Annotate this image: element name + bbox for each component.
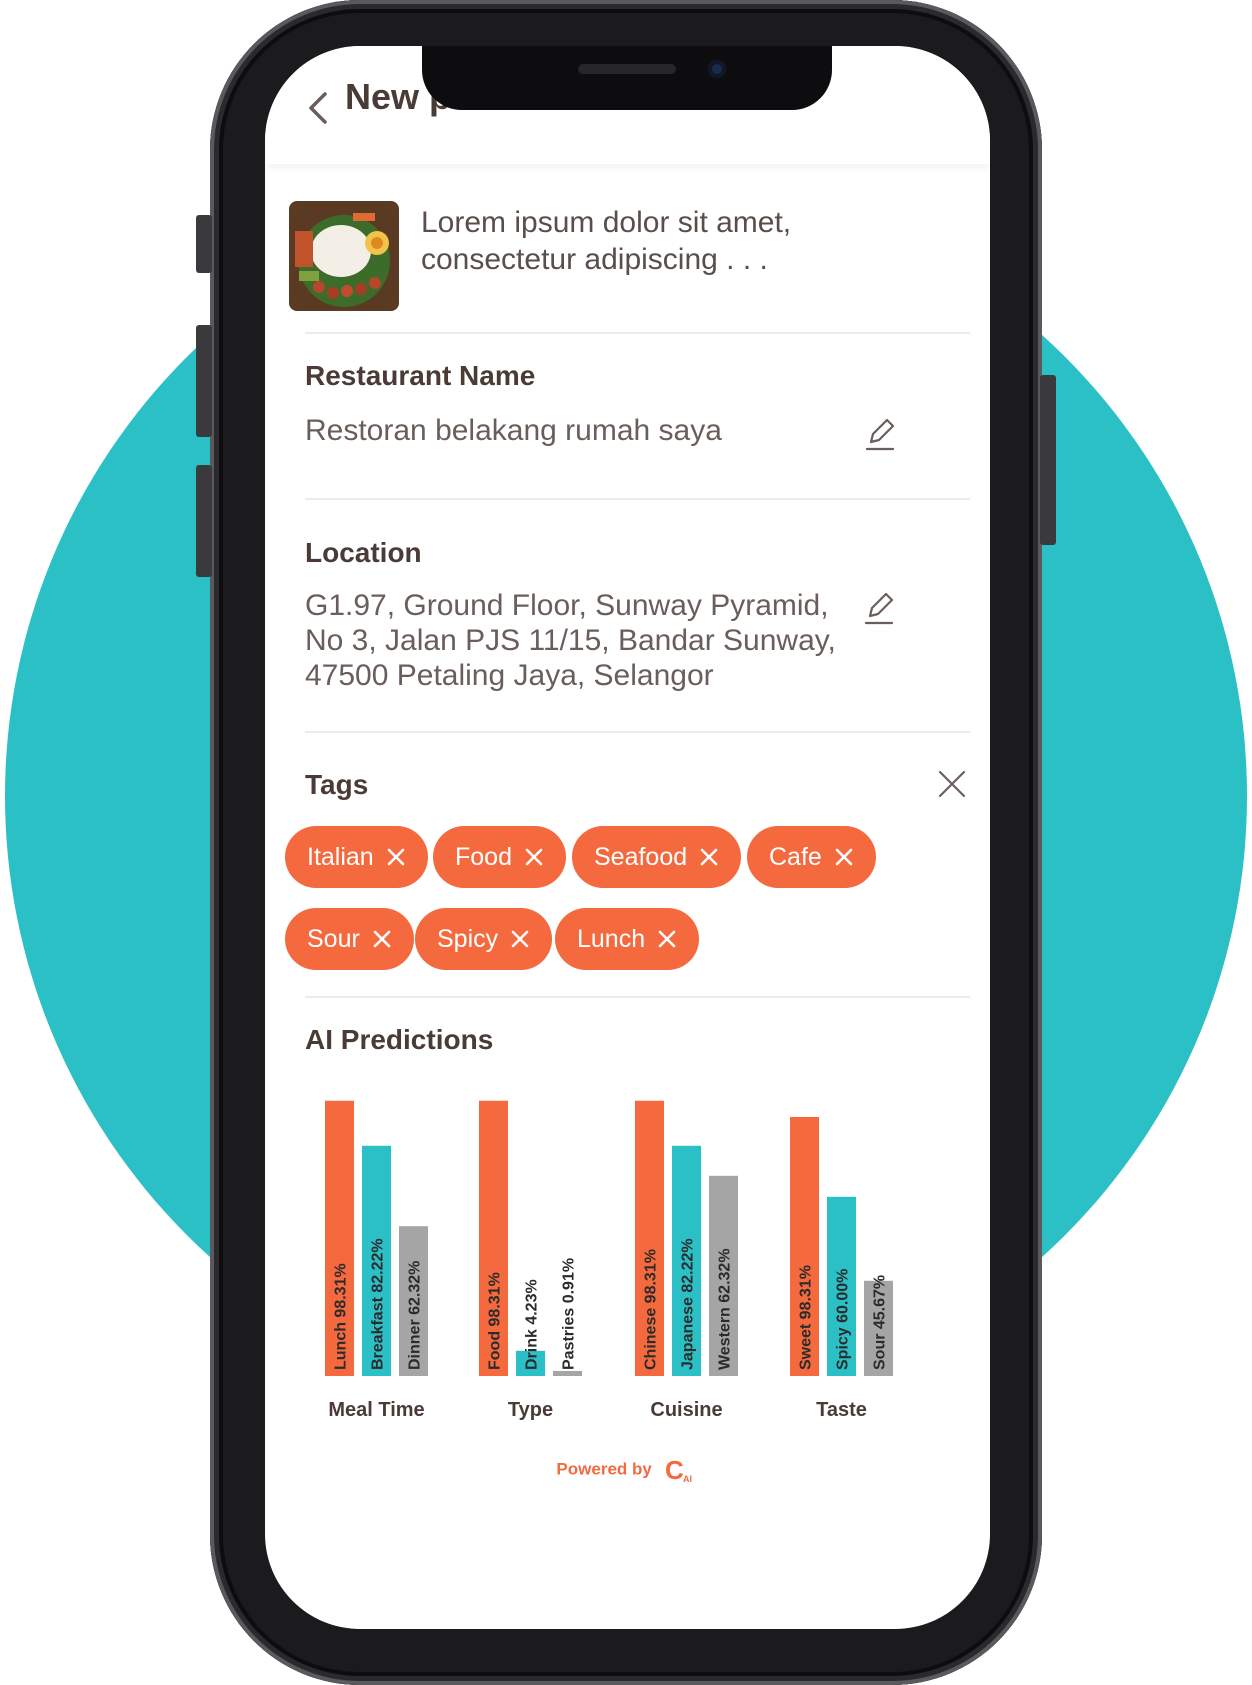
tag-label: Food: [455, 842, 512, 871]
logo-sub: AI: [683, 1474, 692, 1484]
tag-chip[interactable]: Cafe: [747, 826, 876, 888]
ai-predictions-label: AI Predictions: [305, 1024, 494, 1055]
tag-label: Sour: [307, 924, 360, 953]
post-caption: Lorem ipsum dolor sit amet, consectetur …: [421, 206, 792, 276]
food-photo-image: [289, 201, 399, 311]
logo-letter: C: [665, 1456, 684, 1484]
remove-tag-icon[interactable]: [834, 847, 854, 867]
phone-notch: [422, 46, 832, 110]
location-line-2: No 3, Jalan PJS 11/15, Bandar Sunway,: [305, 624, 836, 657]
speaker-grille: [578, 64, 676, 74]
powered-by-footer: Powered by C AI: [265, 1456, 990, 1484]
chart-bar: [553, 1370, 582, 1376]
divider: [305, 996, 970, 998]
location-label: Location: [305, 537, 422, 568]
tag-chip[interactable]: Seafood: [572, 826, 742, 888]
divider: [305, 731, 970, 733]
location-line-3: 47500 Petaling Jaya, Selangor: [305, 659, 714, 692]
chevron-left-icon[interactable]: [303, 88, 331, 128]
ai-predictions-chart: Lunch 98.31% Breakfast 82.22% Dinner 62.32…: [325, 1100, 893, 1421]
chart-bar-label: Food 98.31%: [487, 1272, 504, 1370]
edit-pencil-icon[interactable]: [862, 590, 896, 626]
tag-chip[interactable]: Italian: [285, 826, 428, 888]
tag-label: Seafood: [594, 842, 688, 871]
close-icon[interactable]: [937, 769, 967, 799]
side-button-volume-up: [196, 325, 212, 437]
remove-tag-icon[interactable]: [657, 929, 677, 949]
chart-bar-label: Spicy 60.00%: [835, 1269, 852, 1370]
remove-tag-icon[interactable]: [372, 929, 392, 949]
location-line-1: G1.97, Ground Floor, Sunway Pyramid,: [305, 589, 829, 622]
tag-label: Italian: [307, 842, 374, 871]
remove-tag-icon[interactable]: [510, 929, 530, 949]
chart-bar-label: Sour 45.67%: [872, 1275, 889, 1370]
food-photo-thumbnail[interactable]: [289, 201, 399, 311]
side-button-mute: [196, 215, 212, 273]
chart-group-label: Type: [508, 1399, 553, 1421]
chart-bar-label: Drink 4.23%: [524, 1279, 541, 1370]
chart-bar-label: Breakfast 82.22%: [370, 1238, 387, 1370]
chart-bar-label: Pastries 0.91%: [561, 1258, 578, 1370]
chart-group-label: Taste: [816, 1399, 867, 1421]
tags-label: Tags: [305, 769, 369, 800]
brand-logo-icon: C AI: [665, 1456, 692, 1484]
chart-group-label: Meal Time: [328, 1399, 424, 1421]
chart-bar-label: Sweet 98.31%: [798, 1265, 815, 1370]
remove-tag-icon[interactable]: [524, 847, 544, 867]
tag-chip[interactable]: Lunch: [555, 908, 700, 970]
tag-label: Lunch: [577, 924, 646, 953]
remove-tag-icon[interactable]: [386, 847, 406, 867]
divider: [305, 332, 970, 334]
front-camera-icon: [708, 60, 726, 78]
side-button-volume-down: [196, 465, 212, 577]
tag-label: Spicy: [437, 924, 499, 953]
chart-bar-label: Western 62.32%: [717, 1248, 734, 1370]
tag-chip[interactable]: Sour: [285, 908, 414, 970]
chart-bar-label: Chinese 98.31%: [643, 1249, 660, 1370]
chart-bar-label: Lunch 98.31%: [333, 1263, 350, 1370]
chart-group-label: Cuisine: [650, 1399, 722, 1421]
side-button-power: [1040, 375, 1056, 545]
divider: [305, 498, 970, 500]
tag-chip[interactable]: Food: [433, 826, 566, 888]
restaurant-name-value: Restoran belakang rumah saya: [305, 414, 722, 447]
edit-pencil-icon[interactable]: [863, 416, 897, 452]
chart-bar-label: Japanese 82.22%: [680, 1238, 697, 1370]
phone-screen: New post Lorem ipsum dolor sit amet, con…: [265, 46, 990, 1629]
stage: New post Lorem ipsum dolor sit amet, con…: [0, 0, 1252, 1685]
tag-chip[interactable]: Spicy: [415, 908, 553, 970]
powered-by-text: Powered by: [556, 1459, 652, 1479]
remove-tag-icon[interactable]: [699, 847, 719, 867]
restaurant-name-label: Restaurant Name: [305, 360, 536, 391]
chart-bar-label: Dinner 62.32%: [407, 1261, 424, 1370]
tag-label: Cafe: [769, 842, 822, 871]
